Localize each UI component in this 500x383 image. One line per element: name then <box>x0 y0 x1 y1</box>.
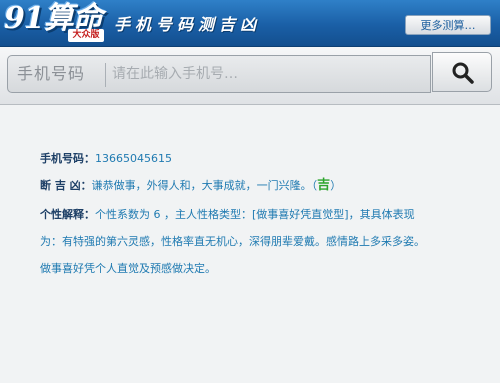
page-title: 手机号码测吉凶 <box>114 15 262 34</box>
personality-line-1: 个性系数为 6 ，主人性格类型：[做事喜好凭直觉型]，其具体表现 <box>95 208 415 221</box>
search-label: 手机号码 <box>17 64 86 83</box>
personality-row: 个性解释：个性系数为 6 ，主人性格类型：[做事喜好凭直觉型]，其具体表现 <box>40 206 415 224</box>
result-panel: 手机号码：13665045615 断 吉 凶：谦恭做事，外得人和，大事成就，一门… <box>0 112 500 383</box>
fortune-label: 断 吉 凶： <box>40 179 92 192</box>
phone-number-input[interactable] <box>112 61 412 87</box>
phone-row: 手机号码：13665045615 <box>40 150 172 168</box>
logo-badge: 大众版 <box>68 29 104 42</box>
fortune-close-paren: ） <box>330 179 342 192</box>
fortune-row: 断 吉 凶：谦恭做事，外得人和，大事成就，一门兴隆。（吉） <box>40 177 341 195</box>
personality-row-2: 为：有特强的第六灵感，性格率直无机心，深得朋辈爱戴。感情路上多采多姿。 <box>40 233 425 251</box>
phone-label: 手机号码： <box>40 152 95 165</box>
more-readings-button[interactable]: 更多测算… <box>405 15 491 35</box>
personality-row-3: 做事喜好凭个人直觉及预感做决定。 <box>40 260 216 278</box>
search-button[interactable] <box>432 52 492 92</box>
personality-line-3: 做事喜好凭个人直觉及预感做决定。 <box>40 262 216 275</box>
personality-line-2: 为：有特强的第六灵感，性格率直无机心，深得朋辈爱戴。感情路上多采多姿。 <box>40 235 425 248</box>
header-bar: 91算命 大众版 手机号码测吉凶 更多测算… <box>0 0 500 47</box>
phone-value: 13665045615 <box>95 152 172 165</box>
personality-label: 个性解释： <box>40 208 95 221</box>
fortune-verdict: 吉 <box>317 178 331 193</box>
site-logo[interactable]: 91算命 大众版 <box>4 1 104 43</box>
search-field-container: 手机号码 <box>7 55 431 93</box>
search-divider <box>105 63 106 87</box>
fortune-text: 谦恭做事，外得人和，大事成就，一门兴隆。 <box>91 179 312 192</box>
search-icon <box>452 62 474 84</box>
search-bar: 手机号码 <box>0 47 500 105</box>
